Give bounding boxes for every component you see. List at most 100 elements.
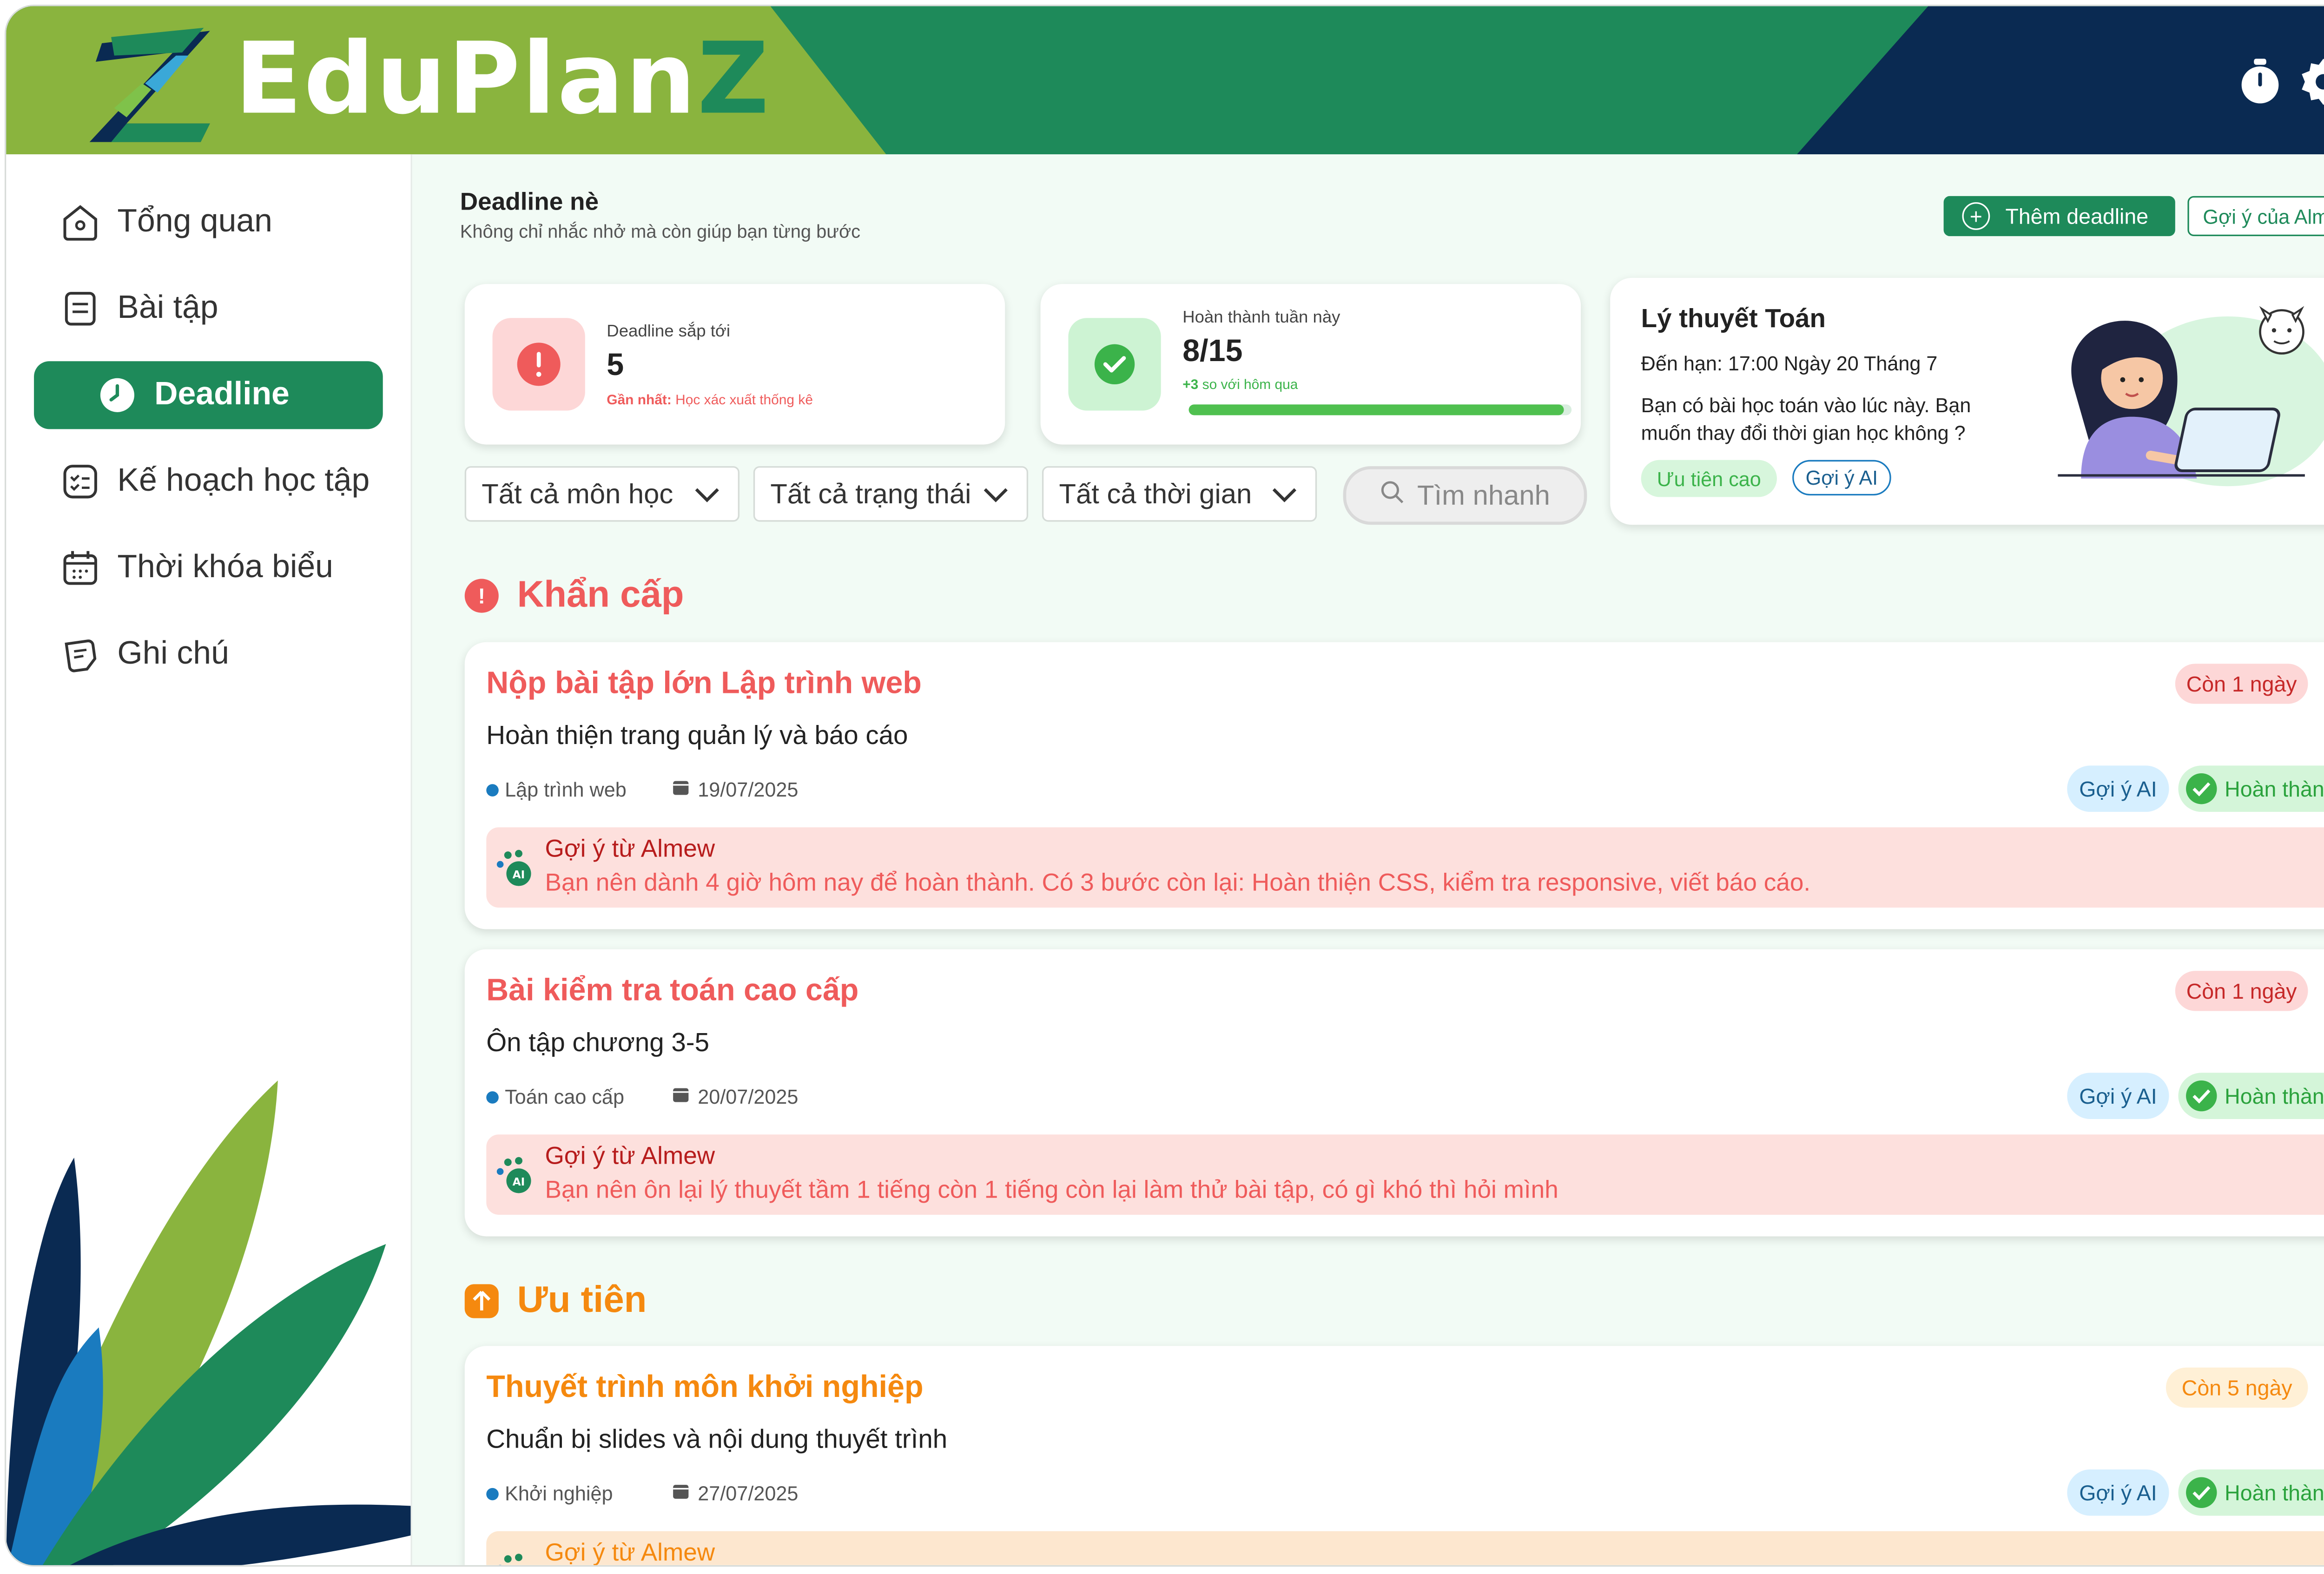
days-left-badge: Còn 1 ngày [2175, 664, 2308, 704]
complete-button[interactable]: Hoàn thành [2178, 765, 2324, 812]
suggestion-title: Gợi ý từ Almew [545, 1540, 715, 1565]
task-description: Hoàn thiện trang quản lý và báo cáo [486, 721, 908, 751]
task-date: 20/07/2025 [672, 1085, 798, 1108]
ai-suggest-button[interactable]: Gợi ý AI [2067, 765, 2169, 812]
sidebar-item-label: Bài tập [117, 290, 218, 326]
calendar-icon [672, 1482, 690, 1505]
quick-search-input[interactable]: Tìm nhanh [1343, 466, 1587, 525]
task-subject-label: Toán cao cấp [505, 1085, 624, 1108]
page-title: Deadline nè [460, 190, 599, 216]
section-urgent-title: Khẩn cấp [517, 574, 684, 616]
settings-gear-icon[interactable] [2297, 56, 2324, 108]
search-icon [1380, 479, 1405, 512]
task-subject-label: Lập trình web [505, 777, 627, 801]
sidebar-item-timetable[interactable]: Thời khóa biểu [34, 534, 383, 602]
stat-note-prefix: Gần nhất: [607, 392, 672, 408]
almew-ai-icon: AI [499, 1554, 522, 1565]
high-priority-chip[interactable]: Ưu tiên cao [1641, 460, 1777, 497]
sidebar-item-study-plan[interactable]: Kế hoạch học tập [34, 448, 383, 515]
subject-filter-select[interactable]: Tất cả môn học [464, 466, 739, 522]
timer-icon[interactable] [2234, 56, 2286, 108]
svg-text:AI: AI [513, 869, 525, 881]
study-reminder-card: Lý thuyết Toán Đến hạn: 17:00 Ngày 20 Th… [1610, 277, 2324, 525]
stat-note: Gần nhất: Học xác xuất thống kê [607, 392, 813, 408]
home-icon [59, 201, 102, 244]
subject-filter-value: Tất cả môn học [482, 477, 673, 509]
sidebar-item-label: Kế hoạch học tập [117, 463, 370, 499]
priority-arrow-icon [464, 1284, 499, 1318]
stat-note: +3 so với hôm qua [1182, 376, 1298, 392]
chevron-down-icon [984, 478, 1008, 510]
task-date: 27/07/2025 [672, 1482, 798, 1505]
subject-dot-icon [486, 1090, 499, 1103]
ai-suggest-button[interactable]: Gợi ý AI [2067, 1073, 2169, 1120]
almew-suggestion-button[interactable]: Gợi ý của Almew [2187, 196, 2324, 237]
ai-suggestion-chip[interactable]: Gợi ý AI [1792, 460, 1891, 496]
check-circle-icon [1068, 318, 1161, 411]
reminder-due: Đến hạn: 17:00 Ngày 20 Tháng 7 [1641, 352, 1938, 375]
complete-label: Hoàn thành [2225, 1083, 2324, 1108]
stat-card-upcoming: Deadline sắp tới 5 Gần nhất: Học xác xuấ… [464, 284, 1005, 445]
suggestion-title: Gợi ý từ Almew [545, 836, 715, 863]
reminder-text: Bạn có bài học toán vào lúc này. Bạn muố… [1641, 393, 1971, 445]
add-deadline-button[interactable]: + Thêm deadline [1943, 196, 2175, 237]
sidebar-item-deadline[interactable]: Deadline [34, 361, 383, 429]
progress-fill [1188, 404, 1564, 415]
checklist-icon [59, 460, 102, 503]
sidebar-item-label: Ghi chú [117, 636, 229, 672]
student-laptop-illustration [2058, 306, 2324, 487]
app-header: EduPlanZ [6, 6, 2324, 155]
reminder-title: Lý thuyết Toán [1641, 304, 1826, 334]
main-content: Deadline nè Không chỉ nhắc nhở mà còn gi… [412, 154, 2324, 1565]
logo-icon [80, 21, 219, 145]
status-filter-value: Tất cả trạng thái [770, 477, 971, 509]
stat-card-completed: Hoàn thành tuần này 8/15 +3 so với hôm q… [1040, 284, 1581, 445]
suggestion-text: Bạn nên ôn lại lý thuyết tầm 1 tiếng còn… [545, 1178, 1558, 1204]
app-window: EduPlanZ Tổng quan Bài tập Deadline Kế h… [6, 6, 2324, 1565]
sidebar-item-overview[interactable]: Tổng quan [34, 188, 383, 256]
task-subject: Khởi nghiệp [486, 1482, 613, 1505]
chevron-down-icon [695, 478, 720, 510]
days-left-badge: Còn 5 ngày [2166, 1367, 2308, 1408]
brand-name: EduPlanZ [235, 25, 771, 136]
almew-ai-icon: AI [496, 1157, 531, 1193]
complete-button[interactable]: Hoàn thành [2178, 1469, 2324, 1516]
ai-suggestion-box: AI Gợi ý từ Almew Bạn nên ôn lại lý thuy… [486, 1134, 2324, 1215]
stat-value: 8/15 [1182, 335, 1243, 369]
sidebar-item-notes[interactable]: Ghi chú [34, 620, 383, 688]
brand-main: EduPlan [234, 23, 698, 138]
complete-label: Hoàn thành [2225, 1480, 2324, 1505]
calendar-icon [59, 547, 102, 590]
sidebar-item-label: Deadline [154, 376, 290, 412]
task-date: 19/07/2025 [672, 777, 799, 801]
ai-suggest-button[interactable]: Gợi ý AI [2067, 1469, 2169, 1516]
suggestion-text: Bạn nên dành 4 giờ hôm nay để hoàn thành… [545, 870, 1811, 897]
task-card: Nộp bài tập lớn Lập trình web Hoàn thiện… [464, 642, 2324, 929]
stat-note-text: so với hôm qua [1202, 376, 1298, 392]
section-priority-title: Ưu tiên [517, 1279, 647, 1322]
calendar-icon [672, 1085, 690, 1108]
task-title[interactable]: Thuyết trình môn khởi nghiệp [486, 1370, 923, 1406]
complete-button[interactable]: Hoàn thành [2178, 1073, 2324, 1120]
brand-z: Z [697, 23, 771, 138]
time-filter-value: Tất cả thời gian [1059, 477, 1252, 509]
search-placeholder: Tìm nhanh [1417, 479, 1550, 510]
task-date-label: 19/07/2025 [698, 777, 799, 801]
task-description: Chuẩn bị slides và nội dung thuyết trình [486, 1424, 948, 1454]
task-title[interactable]: Bài kiểm tra toán cao cấp [486, 974, 858, 1009]
urgent-alert-icon: ! [464, 579, 499, 613]
ai-suggestion-box: AI Gợi ý từ Almew Bạn nên dành 4 giờ hôm… [486, 827, 2324, 908]
ai-suggestion-box: AI Gợi ý từ Almew [486, 1531, 2324, 1565]
check-icon [2186, 1477, 2217, 1508]
sidebar: Tổng quan Bài tập Deadline Kế hoạch học … [6, 154, 412, 1565]
almew-ai-icon: AI [496, 850, 531, 886]
stat-note-text: Học xác xuất thống kê [675, 392, 813, 408]
task-title[interactable]: Nộp bài tập lớn Lập trình web [486, 667, 922, 702]
check-icon [2186, 773, 2217, 804]
stat-label: Hoàn thành tuần này [1182, 309, 1340, 328]
time-filter-select[interactable]: Tất cả thời gian [1042, 466, 1317, 522]
status-filter-select[interactable]: Tất cả trạng thái [753, 466, 1029, 522]
chevron-down-icon [1272, 478, 1297, 510]
subject-dot-icon [486, 783, 499, 796]
sidebar-item-assignments[interactable]: Bài tập [34, 275, 383, 342]
